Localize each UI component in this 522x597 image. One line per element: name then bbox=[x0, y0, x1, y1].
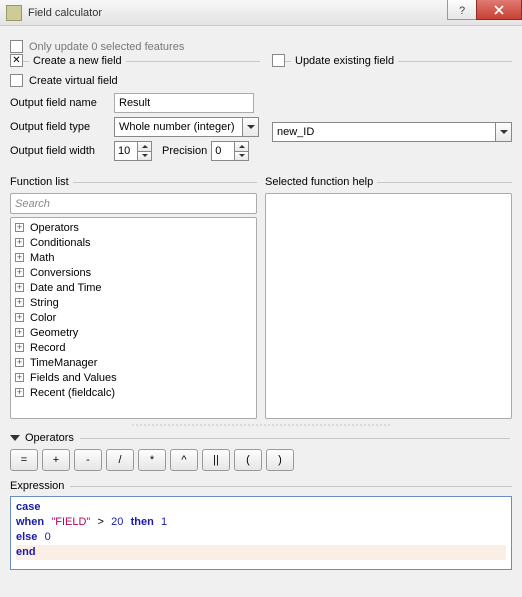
output-field-width-spinner[interactable]: 10 bbox=[114, 141, 152, 161]
output-field-type-select[interactable]: Whole number (integer) bbox=[114, 117, 259, 137]
title-bar: Field calculator ? bbox=[0, 0, 522, 26]
function-help-pane: Selected function help bbox=[265, 175, 512, 419]
output-field-width-label: Output field width bbox=[10, 145, 110, 157]
splitter-handle[interactable] bbox=[130, 422, 392, 428]
tree-item-label: TimeManager bbox=[30, 357, 97, 369]
tree-item[interactable]: + Recent (fieldcalc) bbox=[11, 385, 256, 400]
tree-item[interactable]: + String bbox=[11, 295, 256, 310]
tree-item[interactable]: + Geometry bbox=[11, 325, 256, 340]
update-existing-field-legend: Update existing field bbox=[291, 55, 398, 67]
create-new-field-checkbox[interactable] bbox=[10, 54, 23, 67]
help-button[interactable]: ? bbox=[447, 0, 477, 20]
tree-item-label: Date and Time bbox=[30, 282, 102, 294]
tree-item-label: Fields and Values bbox=[30, 372, 117, 384]
spinner-down-icon[interactable] bbox=[235, 151, 248, 161]
output-field-name-label: Output field name bbox=[10, 97, 110, 109]
tree-item[interactable]: + Record bbox=[11, 340, 256, 355]
expand-icon[interactable]: + bbox=[15, 238, 24, 247]
operator-buttons-row: =+-/*^||() bbox=[10, 449, 512, 471]
tree-item-label: Operators bbox=[30, 222, 79, 234]
output-field-type-label: Output field type bbox=[10, 121, 110, 133]
create-virtual-field-label: Create virtual field bbox=[29, 75, 118, 87]
operator-button[interactable]: * bbox=[138, 449, 166, 471]
spinner-up-icon[interactable] bbox=[235, 142, 248, 151]
only-update-selected-label: Only update 0 selected features bbox=[29, 41, 184, 53]
svg-text:?: ? bbox=[459, 5, 465, 15]
operator-button[interactable]: || bbox=[202, 449, 230, 471]
only-update-selected-row: Only update 0 selected features bbox=[10, 40, 512, 53]
expand-icon[interactable]: + bbox=[15, 343, 24, 352]
function-list-legend: Function list bbox=[10, 176, 73, 188]
expression-legend: Expression bbox=[10, 480, 64, 492]
output-field-name-input[interactable]: Result bbox=[114, 93, 254, 113]
expand-icon[interactable]: + bbox=[15, 373, 24, 382]
expand-icon[interactable]: + bbox=[15, 358, 24, 367]
spinner-down-icon[interactable] bbox=[138, 151, 151, 161]
operators-legend: Operators bbox=[25, 432, 74, 444]
operator-button[interactable]: ( bbox=[234, 449, 262, 471]
tree-item[interactable]: + Color bbox=[11, 310, 256, 325]
chevron-down-icon bbox=[242, 118, 258, 136]
function-help-box bbox=[265, 193, 512, 419]
tree-item[interactable]: + TimeManager bbox=[11, 355, 256, 370]
window-title: Field calculator bbox=[28, 7, 102, 19]
close-button[interactable] bbox=[476, 0, 522, 20]
create-new-field-group: Create a new field Create virtual field … bbox=[10, 61, 260, 161]
expand-icon[interactable]: + bbox=[15, 328, 24, 337]
tree-item-label: Conversions bbox=[30, 267, 91, 279]
expand-icon[interactable]: + bbox=[15, 298, 24, 307]
operator-button[interactable]: + bbox=[42, 449, 70, 471]
caret-down-icon bbox=[10, 435, 20, 441]
function-help-legend: Selected function help bbox=[265, 176, 377, 188]
operators-section-header[interactable]: Operators bbox=[10, 431, 512, 445]
update-existing-field-checkbox[interactable] bbox=[272, 54, 285, 67]
function-tree[interactable]: + Operators + Conditionals + Math + Conversions… bbox=[10, 217, 257, 419]
tree-item[interactable]: + Conversions bbox=[11, 265, 256, 280]
tree-item[interactable]: + Math bbox=[11, 250, 256, 265]
operator-button[interactable]: = bbox=[10, 449, 38, 471]
tree-item[interactable]: + Date and Time bbox=[11, 280, 256, 295]
tree-item-label: Color bbox=[30, 312, 56, 324]
tree-item-label: Conditionals bbox=[30, 237, 91, 249]
function-list-pane: Function list Search + Operators + Conditio… bbox=[10, 175, 257, 419]
expand-icon[interactable]: + bbox=[15, 313, 24, 322]
expand-icon[interactable]: + bbox=[15, 268, 24, 277]
only-update-selected-checkbox[interactable] bbox=[10, 40, 23, 53]
expand-icon[interactable]: + bbox=[15, 388, 24, 397]
update-existing-field-select[interactable]: new_ID bbox=[272, 122, 512, 142]
chevron-down-icon bbox=[495, 123, 511, 141]
update-existing-field-group: Update existing field new_ID bbox=[272, 61, 512, 142]
expand-icon[interactable]: + bbox=[15, 223, 24, 232]
operator-button[interactable]: - bbox=[74, 449, 102, 471]
operator-button[interactable]: ) bbox=[266, 449, 294, 471]
operator-button[interactable]: ^ bbox=[170, 449, 198, 471]
precision-spinner[interactable]: 0 bbox=[211, 141, 249, 161]
tree-item[interactable]: + Conditionals bbox=[11, 235, 256, 250]
tree-item-label: Math bbox=[30, 252, 54, 264]
tree-item[interactable]: + Operators bbox=[11, 220, 256, 235]
expression-editor[interactable]: case when "FIELD" > 20 then 1 else 0 end bbox=[10, 496, 512, 570]
expand-icon[interactable]: + bbox=[15, 253, 24, 262]
function-search-input[interactable]: Search bbox=[10, 193, 257, 214]
expand-icon[interactable]: + bbox=[15, 283, 24, 292]
precision-label: Precision bbox=[162, 145, 207, 157]
operator-button[interactable]: / bbox=[106, 449, 134, 471]
app-icon bbox=[6, 5, 22, 21]
tree-item-label: Recent (fieldcalc) bbox=[30, 387, 115, 399]
tree-item-label: String bbox=[30, 297, 59, 309]
create-virtual-field-checkbox[interactable] bbox=[10, 74, 23, 87]
create-new-field-legend: Create a new field bbox=[29, 55, 126, 67]
tree-item[interactable]: + Fields and Values bbox=[11, 370, 256, 385]
spinner-up-icon[interactable] bbox=[138, 142, 151, 151]
tree-item-label: Record bbox=[30, 342, 65, 354]
tree-item-label: Geometry bbox=[30, 327, 78, 339]
